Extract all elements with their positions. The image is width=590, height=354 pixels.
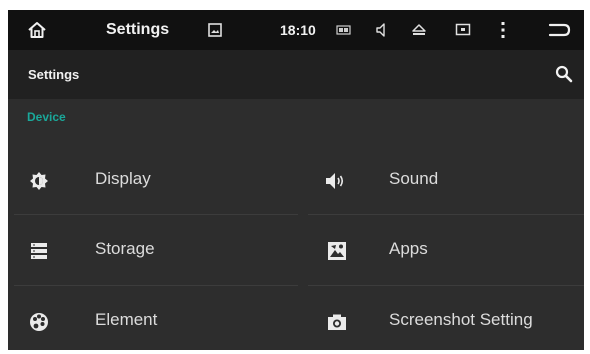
divider: [14, 285, 298, 286]
screen-icon[interactable]: [452, 10, 474, 50]
status-bar-title: Settings: [106, 21, 170, 38]
settings-item-label: Display: [95, 169, 151, 188]
page-title: Settings: [28, 67, 80, 82]
camera-icon: [326, 311, 348, 333]
brightness-icon: [28, 170, 50, 192]
action-bar: Settings: [8, 50, 584, 99]
more-vert-icon[interactable]: [496, 10, 510, 50]
settings-item-label: Apps: [389, 239, 428, 258]
settings-item-label: Screenshot Setting: [389, 310, 533, 329]
battery-icon: [334, 10, 354, 50]
settings-item-screenshot-setting[interactable]: Screenshot Setting: [308, 292, 584, 350]
palette-icon: [28, 311, 50, 333]
settings-item-element[interactable]: Element: [8, 292, 298, 350]
clock: 18:10: [280, 22, 316, 38]
settings-screen: Settings 18:10 Settings Device Display S…: [8, 10, 584, 350]
settings-item-label: Element: [95, 310, 158, 329]
back-icon[interactable]: [544, 10, 574, 50]
settings-item-storage[interactable]: Storage: [8, 221, 298, 281]
settings-item-sound[interactable]: Sound: [308, 151, 584, 211]
settings-item-label: Storage: [95, 239, 155, 258]
apps-icon: [326, 240, 348, 262]
home-icon[interactable]: [22, 10, 52, 50]
search-icon[interactable]: [552, 62, 576, 86]
gallery-icon: [204, 10, 226, 50]
settings-item-apps[interactable]: Apps: [308, 221, 584, 281]
divider: [308, 214, 584, 215]
storage-icon: [28, 240, 50, 262]
speaker-icon: [324, 170, 346, 192]
status-bar: Settings 18:10: [8, 10, 584, 50]
settings-item-display[interactable]: Display: [8, 151, 298, 211]
section-header-device: Device: [27, 110, 66, 124]
volume-icon[interactable]: [372, 10, 392, 50]
divider: [308, 285, 584, 286]
divider: [14, 214, 298, 215]
eject-icon[interactable]: [408, 10, 430, 50]
settings-item-label: Sound: [389, 169, 439, 188]
